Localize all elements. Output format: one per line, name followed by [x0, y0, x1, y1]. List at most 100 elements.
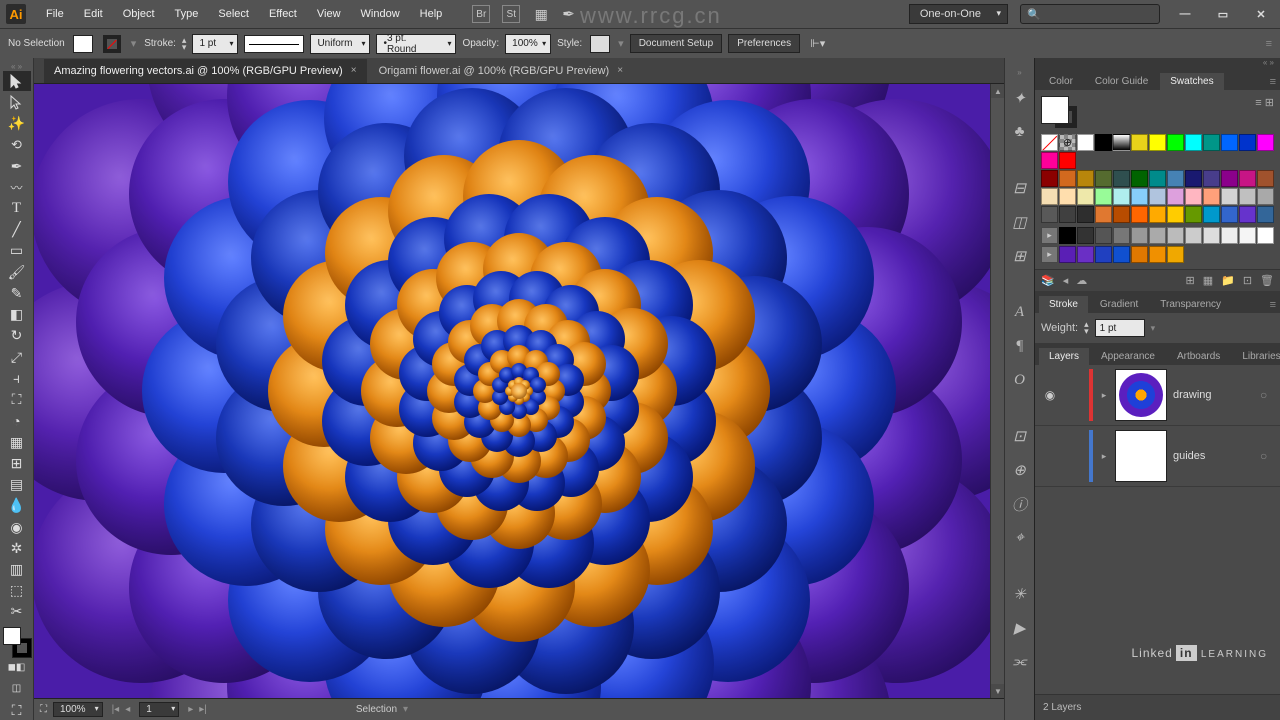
fill-stroke-control[interactable] [3, 627, 31, 656]
swatch[interactable] [1077, 170, 1094, 187]
swatch[interactable] [1221, 206, 1238, 223]
stock-icon[interactable]: St [502, 5, 520, 23]
transform-panel-icon[interactable]: ⊞ [1010, 246, 1030, 266]
swatch[interactable] [1167, 246, 1184, 263]
document-tab[interactable]: Amazing flowering vectors.ai @ 100% (RGB… [44, 59, 367, 83]
asset-export-icon[interactable]: ✳ [1010, 584, 1030, 604]
lasso-tool-icon[interactable]: ⟲ [3, 135, 31, 155]
swatch[interactable] [1095, 227, 1112, 244]
panel-tab-transparency[interactable]: Transparency [1150, 296, 1231, 313]
shape-builder-tool-icon[interactable]: ◔ [3, 411, 31, 431]
swatch[interactable] [1149, 134, 1166, 151]
swatch[interactable] [1095, 170, 1112, 187]
scale-tool-icon[interactable]: ⤢ [3, 347, 31, 367]
delete-swatch-icon[interactable]: 🗑 [1260, 274, 1274, 287]
free-transform-tool-icon[interactable]: ⛶ [3, 390, 31, 410]
width-tool-icon[interactable]: ⫞ [3, 368, 31, 388]
canvas[interactable]: 人人素材社区人人素材社区人人素材社区人人素材社区 ▲▼ [34, 84, 1004, 698]
bridge-icon[interactable]: Br [472, 5, 490, 23]
expand-layer-icon[interactable]: ▸ [1099, 390, 1109, 401]
document-setup-button[interactable]: Document Setup [630, 34, 723, 53]
panel-tab-stroke[interactable]: Stroke [1039, 296, 1088, 313]
align-panel-icon[interactable]: ⊟ [1010, 178, 1030, 198]
type-tool-icon[interactable]: T [3, 198, 31, 218]
swatch[interactable] [1221, 134, 1238, 151]
swatch[interactable] [1095, 246, 1112, 263]
swatch[interactable] [1239, 170, 1256, 187]
swatch[interactable] [1149, 246, 1166, 263]
swatch[interactable] [1113, 246, 1130, 263]
panel-tab-libraries[interactable]: Libraries [1232, 348, 1280, 365]
perspective-tool-icon[interactable]: ▦ [3, 432, 31, 452]
search-input[interactable]: 🔍 [1020, 4, 1160, 24]
menu-edit[interactable]: Edit [74, 4, 113, 24]
swatch[interactable] [1059, 246, 1076, 263]
swatch[interactable] [1041, 188, 1058, 205]
gradient-tool-icon[interactable]: ▤ [3, 474, 31, 494]
selection-tool-icon[interactable] [3, 71, 31, 91]
navigator-panel-icon[interactable]: ⌖ [1010, 528, 1030, 548]
swatch-cloud-icon[interactable]: ☁ [1076, 274, 1087, 287]
direct-selection-tool-icon[interactable] [3, 92, 31, 112]
pen-tool-icon[interactable]: ✒ [3, 156, 31, 176]
swatch[interactable] [1113, 227, 1130, 244]
swatch[interactable] [1203, 206, 1220, 223]
panel-tab-gradient[interactable]: Gradient [1090, 296, 1148, 313]
swatch-kind-icon[interactable]: ◂ [1063, 274, 1069, 287]
layer-row[interactable]: ◉ ▸ drawing ○ [1035, 365, 1280, 426]
swatch[interactable] [1077, 188, 1094, 205]
panel-tab-layers[interactable]: Layers [1039, 348, 1089, 365]
pencil-tool-icon[interactable]: ✎ [3, 283, 31, 303]
links-panel-icon[interactable]: ⫘ [1010, 652, 1030, 672]
swatch[interactable] [1257, 227, 1274, 244]
target-icon[interactable]: ○ [1260, 388, 1274, 402]
swatch[interactable] [1113, 134, 1130, 151]
new-folder-icon[interactable]: 📁 [1221, 274, 1235, 287]
swatch[interactable] [1149, 170, 1166, 187]
character-panel-icon[interactable]: A [1010, 302, 1030, 322]
info-panel-icon[interactable]: ⓘ [1010, 494, 1030, 514]
close-icon[interactable]: ✕ [1248, 5, 1274, 23]
hand-zoom-icon[interactable]: ⛶ [40, 704, 47, 715]
swatch[interactable] [1221, 227, 1238, 244]
workspace-switcher[interactable]: One-on-One [909, 4, 1008, 24]
swatch[interactable] [1203, 134, 1220, 151]
new-swatch-icon[interactable]: ⊡ [1243, 274, 1252, 287]
swatch[interactable] [1185, 170, 1202, 187]
menu-file[interactable]: File [36, 4, 74, 24]
stroke-swatch[interactable] [103, 35, 121, 53]
menu-window[interactable]: Window [351, 4, 410, 24]
swatch[interactable] [1203, 227, 1220, 244]
swatch[interactable] [1149, 188, 1166, 205]
swatch[interactable] [1041, 170, 1058, 187]
swatch[interactable] [1131, 206, 1148, 223]
menu-select[interactable]: Select [208, 4, 259, 24]
swatch[interactable] [1185, 188, 1202, 205]
swatch[interactable] [1167, 227, 1184, 244]
artboard-number[interactable]: 1 [139, 702, 179, 717]
paintbrush-tool-icon[interactable]: 🖌 [3, 262, 31, 282]
swatch[interactable] [1239, 134, 1256, 151]
panel-tab-swatches[interactable]: Swatches [1160, 73, 1223, 90]
target-icon[interactable]: ○ [1260, 449, 1274, 463]
control-menu-icon[interactable]: ≡ [1266, 38, 1272, 50]
visibility-toggle-icon[interactable]: ◉ [1041, 388, 1059, 402]
swatch-options-icon[interactable]: ⊞ [1185, 274, 1194, 287]
rotate-tool-icon[interactable]: ↻ [3, 326, 31, 346]
swatch[interactable] [1041, 206, 1058, 223]
swatch[interactable] [1059, 152, 1076, 169]
color-mode-icon[interactable]: ◼◧ [3, 658, 31, 678]
document-tab[interactable]: Origami flower.ai @ 100% (RGB/GPU Previe… [369, 59, 633, 83]
swatch[interactable] [1041, 134, 1058, 151]
artboard-nav[interactable]: ▸▸| [185, 704, 210, 715]
align-icon[interactable]: ⊩▾ [810, 37, 825, 50]
opacity-dropdown[interactable]: 100% [505, 34, 551, 54]
actions-panel-icon[interactable]: ⊕ [1010, 460, 1030, 480]
curvature-tool-icon[interactable]: 〰 [3, 177, 31, 197]
swatch[interactable] [1113, 170, 1130, 187]
preferences-button[interactable]: Preferences [728, 34, 800, 53]
tab-close-icon[interactable]: × [617, 65, 623, 76]
column-graph-tool-icon[interactable]: ▥ [3, 559, 31, 579]
blend-tool-icon[interactable]: ◉ [3, 517, 31, 537]
screen-mode-icon[interactable]: ⛶ [3, 700, 31, 720]
